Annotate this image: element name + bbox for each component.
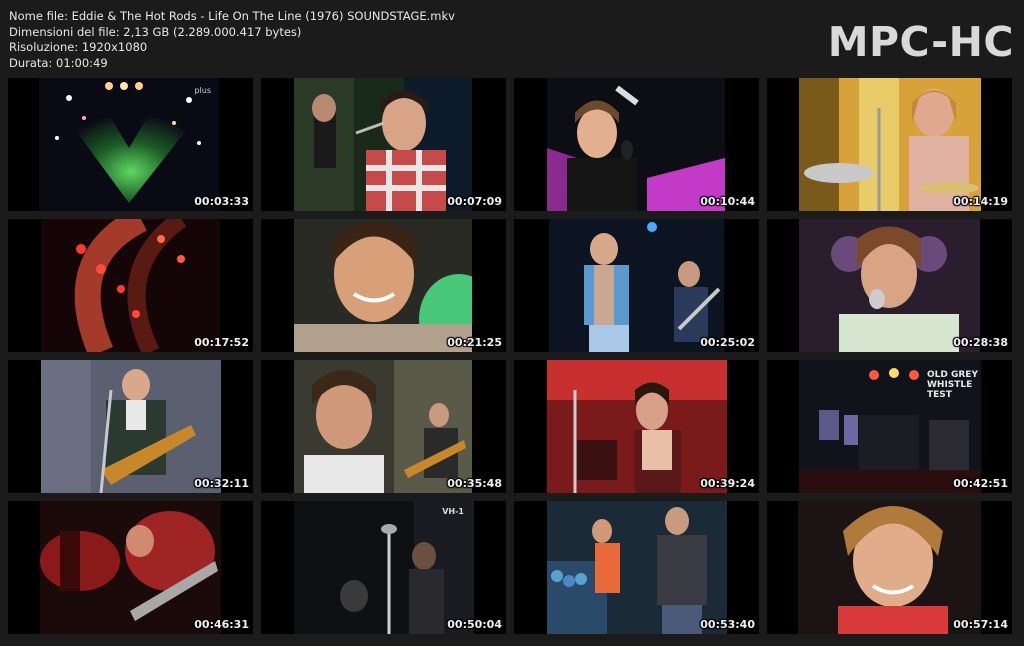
thumbnail: VH-1 00:50:04 (261, 501, 506, 634)
thumbnail: 00:39:24 (514, 360, 759, 493)
thumbnail: 00:10:44 (514, 78, 759, 211)
thumbnail: 00:14:19 (767, 78, 1012, 211)
file-resolution: Risoluzione: 1920x1080 (9, 40, 148, 55)
video-frame (799, 78, 981, 211)
video-frame (799, 219, 980, 352)
video-frame (798, 501, 981, 634)
video-frame (547, 501, 727, 634)
thumbnail: 00:17:52 (8, 219, 253, 352)
thumbnail: 00:57:14 (767, 501, 1012, 634)
video-frame (549, 219, 724, 352)
thumbnail: OLD GREY WHISTLE TEST 00:42:51 (767, 360, 1012, 493)
timestamp: 00:46:31 (194, 618, 249, 631)
video-frame (41, 360, 221, 493)
channel-logo: VH-1 (442, 507, 464, 516)
thumbnail: plus 00:03:33 (8, 78, 253, 211)
video-frame (41, 219, 220, 352)
timestamp: 00:53:40 (700, 618, 755, 631)
video-frame: OLD GREY WHISTLE TEST (799, 360, 981, 493)
thumbnail: 00:07:09 (261, 78, 506, 211)
file-size: Dimensioni del file: 2,13 GB (2.289.000.… (9, 24, 302, 39)
thumbnail: 00:21:25 (261, 219, 506, 352)
timestamp: 00:21:25 (447, 336, 502, 349)
video-frame (547, 78, 725, 211)
timestamp: 00:10:44 (700, 195, 755, 208)
mpc-hc-logo: MPC-HC (827, 18, 1014, 66)
video-frame: plus (39, 78, 219, 211)
video-frame (547, 360, 727, 493)
video-frame (294, 360, 472, 493)
timestamp: 00:57:14 (953, 618, 1008, 631)
timestamp: 00:03:33 (194, 195, 249, 208)
video-frame: VH-1 (294, 501, 474, 634)
thumbnail: 00:46:31 (8, 501, 253, 634)
thumbnail: 00:53:40 (514, 501, 759, 634)
channel-logo: plus (194, 86, 211, 95)
thumbnail: 00:35:48 (261, 360, 506, 493)
show-logo: OLD GREY WHISTLE TEST (927, 370, 978, 400)
timestamp: 00:14:19 (953, 195, 1008, 208)
timestamp: 00:50:04 (447, 618, 502, 631)
timestamp: 00:32:11 (194, 477, 249, 490)
timestamp: 00:42:51 (953, 477, 1008, 490)
video-frame (294, 219, 472, 352)
thumbnail: 00:32:11 (8, 360, 253, 493)
file-name: Nome file: Eddie & The Hot Rods - Life O… (9, 9, 455, 23)
thumbnail: 00:25:02 (514, 219, 759, 352)
timestamp: 00:25:02 (700, 336, 755, 349)
file-duration: Durata: 01:00:49 (9, 55, 108, 70)
file-info: Nome file: Eddie & The Hot Rods - Life O… (9, 9, 455, 71)
timestamp: 00:07:09 (447, 195, 502, 208)
video-frame (294, 78, 472, 211)
thumbnail: 00:28:38 (767, 219, 1012, 352)
timestamp: 00:17:52 (194, 336, 249, 349)
timestamp: 00:28:38 (953, 336, 1008, 349)
video-frame (40, 501, 221, 634)
info-header: Nome file: Eddie & The Hot Rods - Life O… (0, 0, 1024, 78)
thumbnail-grid: plus 00:03:33 00:07:09 00:10:44 00:14:19… (8, 78, 1012, 634)
timestamp: 00:35:48 (447, 477, 502, 490)
timestamp: 00:39:24 (700, 477, 755, 490)
